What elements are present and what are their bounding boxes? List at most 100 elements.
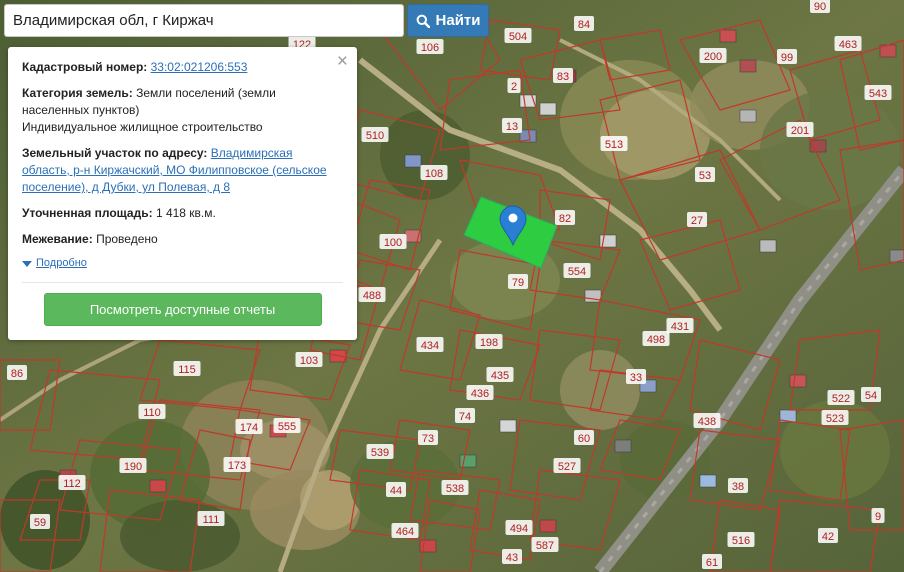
building <box>699 474 717 488</box>
terrain-patch <box>380 110 470 200</box>
parcel-number: 555 <box>278 421 296 433</box>
building <box>539 519 557 533</box>
parcel-number: 494 <box>510 523 528 535</box>
parcel-number: 59 <box>34 517 46 529</box>
building <box>539 102 557 116</box>
parcel-number: 200 <box>704 51 722 63</box>
close-icon[interactable]: × <box>337 52 348 71</box>
building <box>719 29 737 43</box>
area-label: Уточненная площадь: <box>22 206 153 220</box>
parcel-number: 190 <box>124 461 142 473</box>
parcel-number: 527 <box>558 461 576 473</box>
building <box>149 479 167 493</box>
parcel-number: 84 <box>578 19 590 31</box>
parcel-number: 42 <box>822 531 834 543</box>
area-row: Уточненная площадь: 1 418 кв.м. <box>22 205 343 222</box>
parcel-number: 523 <box>826 413 844 425</box>
search-button-label: Найти <box>435 12 481 29</box>
parcel-number: 33 <box>630 372 642 384</box>
parcel-number: 100 <box>384 237 402 249</box>
parcel-number: 74 <box>459 411 471 423</box>
parcel-number: 463 <box>839 39 857 51</box>
parcel-number: 513 <box>605 139 623 151</box>
parcel-number: 198 <box>480 337 498 349</box>
more-details-toggle[interactable]: Подробно <box>22 255 343 272</box>
parcel-number: 79 <box>512 277 524 289</box>
parcel-number: 110 <box>143 407 161 419</box>
parcel-number: 61 <box>706 557 718 569</box>
parcel-number: 53 <box>699 170 711 182</box>
address-link-line3[interactable]: поселение), д Дубки, ул Полевая, д 8 <box>22 179 343 196</box>
parcel-number: 106 <box>421 42 439 54</box>
parcel-number: 2 <box>511 81 517 93</box>
survey-label: Межевание: <box>22 232 93 246</box>
parcel-number: 38 <box>732 481 744 493</box>
cadastral-row: Кадастровый номер: 33:02:021206:553 <box>22 59 343 76</box>
building <box>614 439 632 453</box>
building <box>499 419 517 433</box>
parcel-number: 82 <box>559 213 571 225</box>
building <box>789 374 807 388</box>
parcel-number: 438 <box>698 416 716 428</box>
parcel-number: 83 <box>557 71 569 83</box>
category-label: Категория земель: <box>22 86 133 100</box>
category-row: Категория земель: Земли поселений (земли… <box>22 85 343 136</box>
search-icon <box>416 14 430 28</box>
divider <box>22 282 343 283</box>
search-input[interactable] <box>4 4 404 37</box>
parcel-number: 173 <box>228 460 246 472</box>
area-value: 1 418 кв.м. <box>155 206 216 220</box>
parcel-number: 587 <box>536 540 554 552</box>
survey-value: Проведено <box>96 232 158 246</box>
building <box>404 154 422 168</box>
parcel-number: 510 <box>366 130 384 142</box>
address-link-line1[interactable]: Владимирская <box>211 146 293 160</box>
caret-down-icon <box>22 260 32 267</box>
parcel-number: 112 <box>63 478 81 490</box>
terrain-patch <box>120 500 240 572</box>
search-button[interactable]: Найти <box>407 4 489 37</box>
building <box>759 239 777 253</box>
parcel-number: 538 <box>446 483 464 495</box>
category-line3: Индивидуальное жилищное строительство <box>22 120 263 134</box>
parcel-number: 498 <box>647 334 665 346</box>
parcel-number: 13 <box>506 121 518 133</box>
parcel-number: 174 <box>240 422 258 434</box>
parcel-number: 44 <box>390 485 402 497</box>
parcel-number: 543 <box>869 88 887 100</box>
parcel-number: 522 <box>832 393 850 405</box>
parcel-number: 90 <box>814 1 826 13</box>
cadastral-number-link[interactable]: 33:02:021206:553 <box>151 60 248 74</box>
survey-row: Межевание: Проведено <box>22 231 343 248</box>
parcel-number: 9 <box>875 511 881 523</box>
parcel-number: 108 <box>425 168 443 180</box>
parcel-number: 27 <box>691 215 703 227</box>
parcel-number: 201 <box>791 125 809 137</box>
parcel-number: 103 <box>300 355 318 367</box>
parcel-number: 431 <box>671 321 689 333</box>
parcel-number: 436 <box>471 388 489 400</box>
building <box>739 109 757 123</box>
address-label: Земельный участок по адресу: <box>22 146 208 160</box>
parcel-number: 99 <box>781 52 793 64</box>
building <box>419 539 437 553</box>
parcel-number: 86 <box>11 368 23 380</box>
parcel-number: 516 <box>732 535 750 547</box>
parcel-number: 434 <box>421 340 439 352</box>
parcel-number: 435 <box>491 370 509 382</box>
terrain-patch <box>560 350 640 430</box>
parcel-number: 43 <box>506 552 518 564</box>
address-link-line2[interactable]: область, р-н Киржачский, МО Филипповское… <box>22 162 343 179</box>
parcel-info-panel: × Кадастровый номер: 33:02:021206:553 Ка… <box>8 47 357 340</box>
parcel-number: 115 <box>178 364 196 376</box>
view-reports-button[interactable]: Посмотреть доступные отчеты <box>43 293 322 326</box>
building <box>739 59 757 73</box>
parcel-number: 504 <box>509 31 527 43</box>
parcel-number: 73 <box>422 433 434 445</box>
cadastral-label: Кадастровый номер: <box>22 60 148 74</box>
parcel-number: 488 <box>363 290 381 302</box>
address-row: Земельный участок по адресу: Владимирска… <box>22 145 343 196</box>
more-details-link[interactable]: Подробно <box>36 255 87 272</box>
parcel-number: 111 <box>203 514 220 526</box>
parcel-number: 60 <box>578 433 590 445</box>
